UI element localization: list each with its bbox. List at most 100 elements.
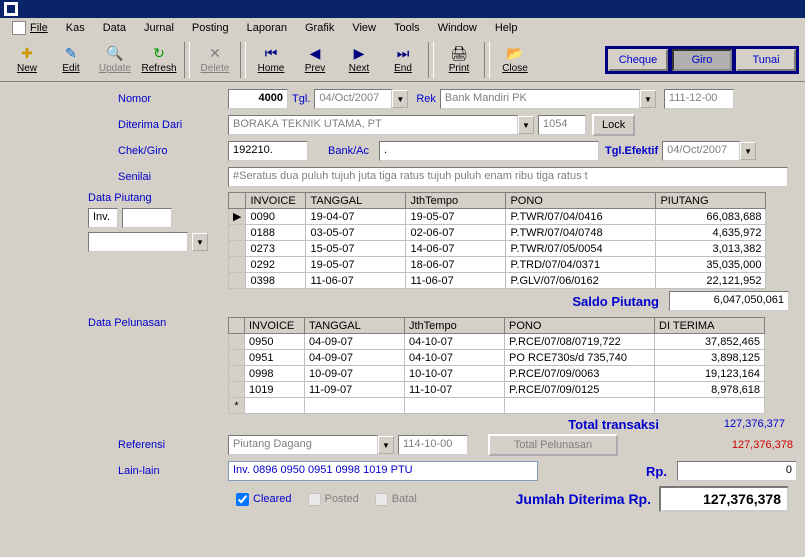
saldo-value: 6,047,050,061 [669, 291, 789, 311]
update-button[interactable]: 🔍Update [94, 41, 136, 79]
last-icon: ⏭ [395, 46, 411, 62]
refresh-icon: ↻ [151, 46, 167, 62]
new-button[interactable]: ✚New [6, 41, 48, 79]
pelunasan-table: INVOICE TANGGAL JthTempo PONO DI TERIMA … [228, 317, 765, 414]
next-button[interactable]: ▶Next [338, 41, 380, 79]
home-button[interactable]: ⏮Home [250, 41, 292, 79]
menu-help[interactable]: Help [487, 20, 526, 36]
form-area: Nomor 4000 Tgl. 04/Oct/2007 ▼ Rek Bank M… [0, 82, 805, 520]
table-row[interactable]: 029219-05-0718-06-07P.TRD/07/04/037135,0… [229, 257, 766, 273]
payment-type-group: Cheque Giro Tunai [605, 46, 799, 74]
tglefektif-field[interactable]: 04/Oct/2007 [662, 141, 740, 161]
referensi-field[interactable]: Piutang Dagang [228, 435, 378, 455]
table-row[interactable]: 018803-05-0702-06-07P.TWR/07/04/07484,63… [229, 225, 766, 241]
total-transaksi-label: Total transaksi [568, 417, 659, 432]
table-row[interactable]: 101911-09-0711-10-07P.RCE/07/09/01258,97… [229, 382, 765, 398]
lock-button[interactable]: Lock [592, 114, 635, 136]
menu-data[interactable]: Data [95, 20, 134, 36]
referensi-code-field[interactable]: 114-10-00 [398, 435, 468, 455]
app-icon [4, 2, 18, 16]
edit-icon: ✎ [63, 46, 79, 62]
menu-jurnal[interactable]: Jurnal [136, 20, 182, 36]
diterima-label: Diterima Dari [8, 119, 228, 131]
jumlah-label: Jumlah Diterima Rp. [516, 491, 651, 507]
table-row[interactable]: 027315-05-0714-06-07P.TWR/07/05/00543,01… [229, 241, 766, 257]
end-button[interactable]: ⏭End [382, 41, 424, 79]
nomor-field[interactable]: 4000 [228, 89, 288, 109]
chevron-down-icon[interactable]: ▼ [640, 90, 656, 108]
lainlain-label: Lain-lain [8, 465, 228, 477]
table-row[interactable]: 095004-09-0704-10-07P.RCE/07/08/0719,722… [229, 334, 765, 350]
posted-checkbox[interactable]: Posted [308, 493, 359, 506]
lainlain-field[interactable]: Inv. 0896 0950 0951 0998 1019 PTU [228, 461, 538, 481]
edit-button[interactable]: ✎Edit [50, 41, 92, 79]
next-icon: ▶ [351, 46, 367, 62]
print-button[interactable]: 🖨Print [438, 41, 480, 79]
first-icon: ⏮ [263, 46, 279, 62]
menu-laporan[interactable]: Laporan [239, 20, 295, 36]
toolbar-separator [240, 42, 246, 78]
tgl-field[interactable]: 04/Oct/2007 [314, 89, 392, 109]
rek-code-field[interactable]: 111-12-00 [664, 89, 734, 109]
filter-combo[interactable] [88, 232, 188, 252]
table-row[interactable]: * [229, 398, 765, 414]
table-header: INVOICE TANGGAL JthTempo PONO DI TERIMA [229, 318, 765, 334]
delete-icon: ✕ [207, 46, 223, 62]
inv-label: Inv. [88, 208, 118, 228]
plus-icon: ✚ [19, 46, 35, 62]
diterima-code-field[interactable]: 1054 [538, 115, 586, 135]
menu-kas[interactable]: Kas [58, 20, 93, 36]
chekgiro-label: Chek/Giro [8, 145, 228, 157]
tglefektif-label: Tgl.Efektif [605, 145, 658, 157]
close-button[interactable]: 📂Close [494, 41, 536, 79]
table-row[interactable]: 039811-06-0711-06-07P.GLV/07/06/016222,1… [229, 273, 766, 289]
cheque-button[interactable]: Cheque [608, 49, 668, 71]
menu-tools[interactable]: Tools [386, 20, 428, 36]
table-row[interactable]: 099810-09-0710-10-07P.RCE/07/09/006319,1… [229, 366, 765, 382]
refresh-button[interactable]: ↻Refresh [138, 41, 180, 79]
jumlah-value: 127,376,378 [659, 486, 789, 512]
menu-grafik[interactable]: Grafik [297, 20, 342, 36]
tunai-button[interactable]: Tunai [736, 49, 796, 71]
total-pelunasan-button[interactable]: Total Pelunasan [488, 434, 618, 456]
menu-file[interactable]: File [4, 19, 56, 37]
table-header: INVOICE TANGGAL JthTempo PONO PIUTANG [229, 193, 766, 209]
batal-checkbox[interactable]: Batal [375, 493, 417, 506]
senilai-field: #Seratus dua puluh tujuh juta tiga ratus… [228, 167, 788, 187]
table-row[interactable]: ▶009019-04-0719-05-07P.TWR/07/04/041666,… [229, 209, 766, 225]
delete-button[interactable]: ✕Delete [194, 41, 236, 79]
rp-label: Rp. [646, 464, 667, 479]
referensi-label: Referensi [8, 439, 228, 451]
table-row[interactable]: 095104-09-0704-10-07PO RCE730s/d 735,740… [229, 350, 765, 366]
chevron-down-icon[interactable]: ▼ [518, 116, 534, 134]
binoculars-icon: 🔍 [107, 46, 123, 62]
bankac-field[interactable]: . [379, 141, 599, 161]
saldo-label: Saldo Piutang [572, 294, 659, 309]
chevron-down-icon[interactable]: ▼ [378, 436, 394, 454]
toolbar-separator [484, 42, 490, 78]
prev-button[interactable]: ◀Prev [294, 41, 336, 79]
giro-button[interactable]: Giro [672, 49, 732, 71]
bankac-label: Bank/Ac [328, 145, 369, 157]
menu-view[interactable]: View [344, 20, 384, 36]
chevron-down-icon[interactable]: ▼ [192, 233, 208, 251]
total-pelunasan-value: 127,376,378 [677, 437, 797, 453]
tgl-label: Tgl. [292, 93, 310, 105]
rek-field[interactable]: Bank Mandiri PK [440, 89, 640, 109]
rek-label: Rek [416, 93, 436, 105]
senilai-label: Senilai [8, 171, 228, 183]
chevron-down-icon[interactable]: ▼ [392, 90, 408, 108]
chevron-down-icon[interactable]: ▼ [740, 142, 756, 160]
total-transaksi-value: 127,376,377 [669, 416, 789, 432]
nomor-label: Nomor [8, 93, 228, 105]
rp-field[interactable]: 0 [677, 461, 797, 481]
menu-posting[interactable]: Posting [184, 20, 237, 36]
print-icon: 🖨 [451, 46, 467, 62]
diterima-field[interactable]: BORAKA TEKNIK UTAMA, PT [228, 115, 518, 135]
menu-window[interactable]: Window [430, 20, 485, 36]
cleared-checkbox[interactable]: Cleared [236, 493, 292, 506]
close-icon: 📂 [507, 46, 523, 62]
toolbar: ✚New ✎Edit 🔍Update ↻Refresh ✕Delete ⏮Hom… [0, 38, 805, 82]
chekgiro-field[interactable]: 192210. [228, 141, 308, 161]
inv-field[interactable] [122, 208, 172, 228]
